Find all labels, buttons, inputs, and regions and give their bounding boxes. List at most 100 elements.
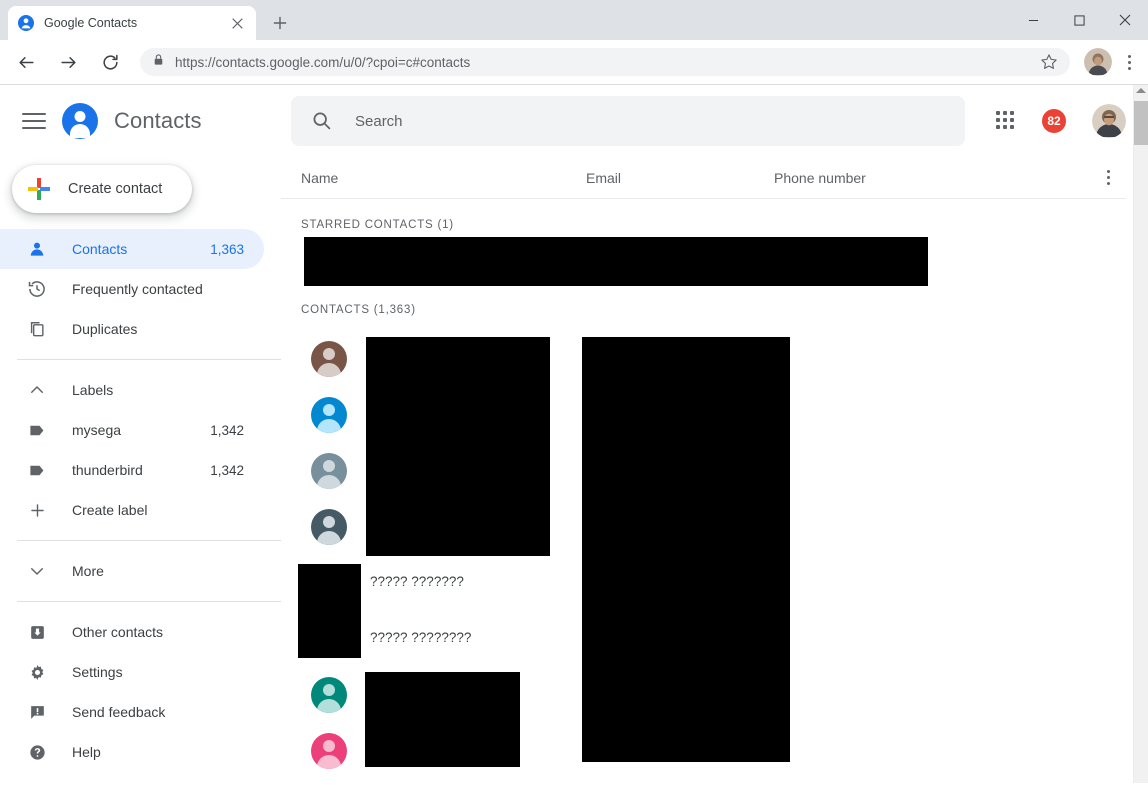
history-clock-icon (26, 278, 48, 300)
back-button[interactable] (10, 46, 42, 78)
primary-nav: Contacts 1,363 Frequently contacted Dupl… (0, 229, 281, 349)
contact-name-unknown-2[interactable]: ????? ???????? (370, 630, 471, 645)
scrollbar-thumb[interactable] (1134, 101, 1148, 145)
sidebar-item-other-contacts[interactable]: Other contacts (0, 612, 264, 652)
sidebar-divider (17, 540, 281, 541)
sidebar-item-help[interactable]: Help (0, 732, 264, 772)
sidebar-item-label: Contacts (72, 241, 128, 257)
lock-icon (152, 53, 165, 71)
sidebar-item-create-label[interactable]: Create label (0, 490, 264, 530)
sidebar-item-send-feedback[interactable]: Send feedback (0, 692, 264, 732)
sidebar-item-settings[interactable]: Settings (0, 652, 264, 692)
sidebar-item-label: mysega (72, 422, 122, 438)
top-actions: 82 (996, 104, 1140, 138)
label-tag-icon (26, 459, 48, 481)
main-content: Search 82 Name Email Phone number STARRE… (281, 85, 1148, 783)
bookmark-star-icon[interactable] (1040, 53, 1058, 71)
reload-button[interactable] (94, 46, 126, 78)
labels-section-header[interactable]: Labels (0, 370, 281, 410)
window-controls (1010, 0, 1148, 40)
plus-icon (26, 499, 48, 521)
create-contact-label: Create contact (68, 181, 163, 197)
more-options-icon[interactable] (1090, 170, 1126, 185)
sidebar-item-label-thunderbird[interactable]: thunderbird 1,342 (0, 450, 264, 490)
hamburger-menu-icon[interactable] (22, 109, 46, 133)
close-icon[interactable] (228, 14, 246, 32)
contact-person-icon (26, 238, 48, 260)
contact-name-unknown-1[interactable]: ????? ??????? (370, 574, 464, 589)
apps-grid-icon[interactable] (996, 111, 1016, 131)
address-bar[interactable]: https://contacts.google.com/u/0/?cpoi=c#… (140, 48, 1070, 76)
page-scrollbar[interactable] (1133, 85, 1148, 783)
sidebar-item-label: Send feedback (72, 704, 166, 720)
contact-avatar-teal[interactable] (311, 677, 347, 713)
group-title-contacts: CONTACTS (1,363) (301, 304, 416, 316)
group-title-starred: STARRED CONTACTS (1) (301, 219, 454, 231)
scroll-up-arrow-icon[interactable] (1136, 88, 1146, 93)
forward-button[interactable] (52, 46, 84, 78)
sidebar-item-label: Help (72, 744, 101, 760)
sidebar-item-more[interactable]: More (0, 551, 281, 591)
account-avatar[interactable] (1092, 104, 1126, 138)
sidebar-item-count: 1,342 (210, 462, 244, 478)
app-header: Contacts (0, 93, 281, 149)
column-header-name: Name (301, 169, 339, 186)
create-contact-button[interactable]: Create contact (12, 165, 192, 213)
sidebar-item-switch-to-old-version[interactable]: Switch to old version (0, 772, 264, 785)
help-icon (26, 741, 48, 763)
url-text: https://contacts.google.com/u/0/?cpoi=c#… (175, 54, 471, 70)
new-tab-button[interactable] (266, 9, 294, 37)
browser-menu-button[interactable] (1116, 47, 1142, 77)
contact-avatar-pink[interactable] (311, 733, 347, 769)
minimize-button[interactable] (1010, 0, 1056, 40)
redacted-starred-contact-row[interactable] (304, 237, 928, 286)
sidebar-item-frequently-contacted[interactable]: Frequently contacted (0, 269, 264, 309)
contact-avatar-darkslate[interactable] (311, 509, 347, 545)
maximize-button[interactable] (1056, 0, 1102, 40)
tab-strip: Google Contacts (0, 0, 1148, 40)
contact-avatar-slate[interactable] (311, 453, 347, 489)
sidebar-item-label-mysega[interactable]: mysega 1,342 (0, 410, 264, 450)
contact-avatar-brown[interactable] (311, 341, 347, 377)
search-icon (311, 110, 333, 132)
contacts-logo-icon (62, 103, 98, 139)
search-row: Search 82 (281, 85, 1148, 157)
gear-icon (26, 661, 48, 683)
switch-exit-icon (26, 781, 48, 785)
sidebar-divider (17, 601, 281, 602)
sidebar-item-label: Other contacts (72, 624, 164, 640)
sidebar-item-label: Duplicates (72, 321, 138, 337)
labels-header-label: Labels (72, 382, 114, 398)
sidebar-item-label: Frequently contacted (72, 281, 203, 297)
page-title: Contacts (114, 108, 202, 133)
column-header-phone: Phone number (774, 169, 866, 186)
sidebar-item-contacts[interactable]: Contacts 1,363 (0, 229, 264, 269)
search-placeholder: Search (355, 112, 403, 130)
contacts-column-header: Name Email Phone number (281, 157, 1126, 199)
close-window-button[interactable] (1102, 0, 1148, 40)
more-label: More (72, 563, 104, 579)
chevron-up-icon (26, 379, 48, 401)
contacts-favicon (18, 15, 34, 31)
other-contacts-icon (26, 621, 48, 643)
contact-avatar-blue[interactable] (311, 397, 347, 433)
browser-window: Google Contacts https://contacts.google.… (0, 0, 1148, 785)
redacted-avatar-block[interactable] (298, 564, 361, 658)
browser-tab-google-contacts[interactable]: Google Contacts (8, 6, 256, 40)
notifications-badge[interactable]: 82 (1042, 109, 1066, 133)
sidebar-item-label: thunderbird (72, 462, 143, 478)
column-header-email: Email (586, 169, 622, 186)
sidebar-item-count: 1,363 (210, 241, 244, 257)
duplicate-copy-icon (26, 318, 48, 340)
sidebar-divider (17, 359, 281, 360)
sidebar-item-count: 1,342 (210, 422, 244, 438)
search-input[interactable]: Search (291, 96, 965, 146)
browser-profile-avatar[interactable] (1084, 48, 1112, 76)
browser-toolbar: https://contacts.google.com/u/0/?cpoi=c#… (0, 40, 1148, 85)
redacted-name-column-block[interactable] (365, 672, 520, 767)
tab-title: Google Contacts (44, 16, 138, 30)
redacted-name-column-block[interactable] (366, 337, 550, 556)
sidebar-item-duplicates[interactable]: Duplicates (0, 309, 264, 349)
plus-icon (28, 178, 50, 200)
redacted-email-column-block[interactable] (582, 337, 790, 762)
